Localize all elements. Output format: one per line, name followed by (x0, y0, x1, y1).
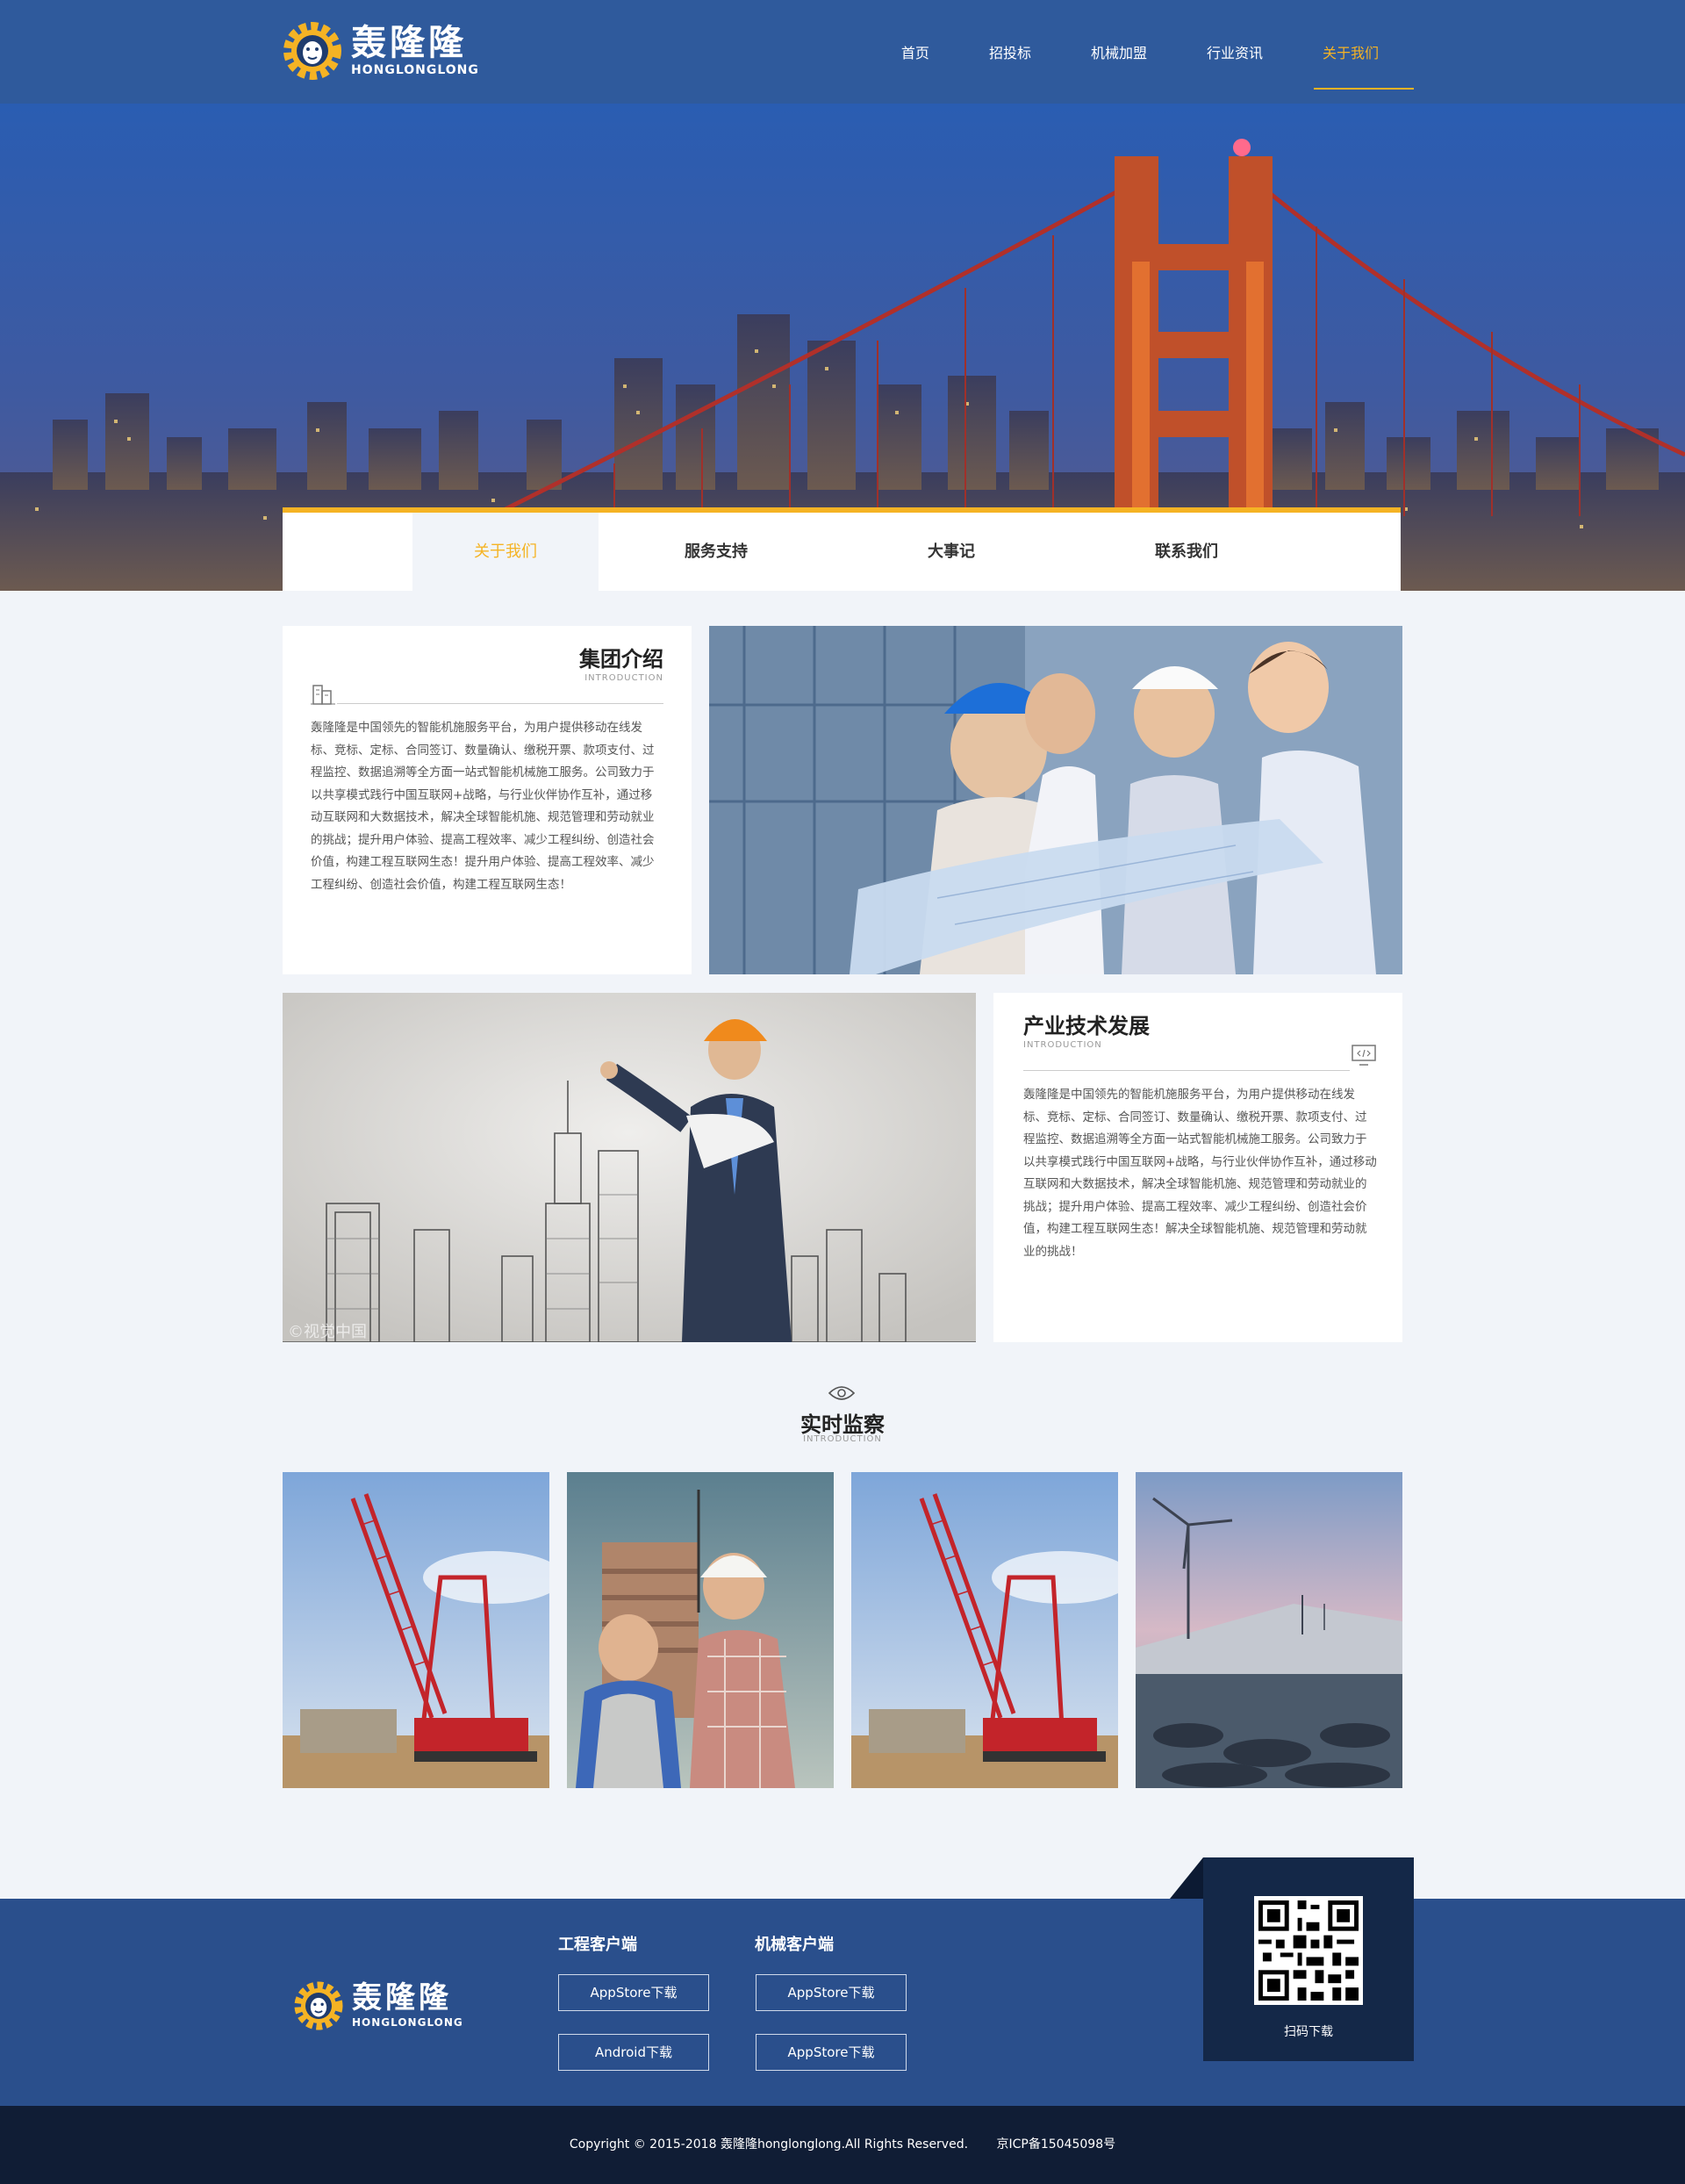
monitor-subtitle: INTRODUCTION (803, 1434, 882, 1444)
intro-card: 集团介绍 INTRODUCTION 轰隆隆是中国领先的智能机施服务平台，为用户提… (283, 626, 692, 974)
qr-download-box: 扫码下载 (1203, 1857, 1414, 2061)
nav-item-news[interactable]: 行业资讯 (1177, 0, 1293, 104)
eye-icon (828, 1386, 855, 1400)
tech-divider (1023, 1070, 1350, 1071)
copyright-text: Copyright © 2015-2018 轰隆隆honglonglong.Al… (569, 2137, 969, 2152)
lion-gear-logo-icon (283, 22, 341, 80)
gallery-image-wind-turbines[interactable] (1136, 1472, 1402, 1788)
subnav-tab-about[interactable]: 关于我们 (412, 513, 599, 591)
footer-logo-text: 轰隆隆 HONGLONGLONG (352, 1981, 463, 2030)
tech-title: 产业技术发展 (1023, 1014, 1150, 1038)
engineers-photo (709, 626, 1402, 974)
about-subnav: 关于我们 服务支持 大事记 联系我们 (283, 507, 1401, 591)
lion-gear-logo-icon (294, 1981, 343, 2030)
nav-item-franchise[interactable]: 机械加盟 (1061, 0, 1177, 104)
photo-watermark: ©视觉中国 (288, 1323, 367, 1341)
qr-code-icon[interactable] (1254, 1896, 1363, 2005)
code-monitor-icon (1352, 1045, 1376, 1066)
subnav-tab-contact[interactable]: 联系我们 (1069, 513, 1304, 591)
copyright-bar: Copyright © 2015-2018 轰隆隆honglonglong.Al… (0, 2106, 1685, 2184)
footer-logo[interactable]: 轰隆隆 HONGLONGLONG (292, 1979, 463, 2032)
qr-fold-corner (1170, 1857, 1203, 1899)
engineering-client-title: 工程客户端 (558, 1936, 637, 1954)
intro-subtitle: INTRODUCTION (584, 673, 663, 683)
logo-text: 轰隆隆 HONGLONGLONG (351, 24, 479, 78)
intro-text: 轰隆隆是中国领先的智能机施服务平台，为用户提供移动在线发标、竞标、定标、合同签订… (311, 721, 655, 892)
nav-item-about[interactable]: 关于我们 (1293, 0, 1415, 104)
machine-appstore-button-2[interactable]: AppStore下载 (756, 2034, 907, 2071)
gallery-image-workers[interactable] (567, 1472, 834, 1788)
site-logo[interactable]: 轰隆隆 HONGLONGLONG (281, 19, 479, 83)
footer-brand-name-en: HONGLONGLONG (352, 2016, 463, 2029)
icp-number[interactable]: 京ICP备15045098号 (997, 2137, 1116, 2152)
intro-title: 集团介绍 (579, 647, 663, 672)
engineering-appstore-button[interactable]: AppStore下载 (558, 1974, 709, 2011)
tech-text: 轰隆隆是中国领先的智能机施服务平台，为用户提供移动在线发标、竞标、定标、合同签订… (1023, 1088, 1377, 1259)
qr-label: 扫码下载 (1284, 2025, 1333, 2039)
main-nav: 首页 招投标 机械加盟 行业资讯 关于我们 (871, 0, 1415, 104)
monitor-title: 实时监察 (800, 1412, 885, 1437)
site-header: 轰隆隆 HONGLONGLONG 首页 招投标 机械加盟 行业资讯 关于我们 (0, 0, 1685, 104)
subnav-tab-milestones[interactable]: 大事记 (834, 513, 1069, 591)
brand-name-cn: 轰隆隆 (351, 23, 467, 63)
engineering-android-button[interactable]: Android下载 (558, 2034, 709, 2071)
subnav-tab-service[interactable]: 服务支持 (599, 513, 834, 591)
site-footer: 轰隆隆 HONGLONGLONG 工程客户端 AppStore下载 Androi… (0, 1899, 1685, 2106)
footer-brand-name-cn: 轰隆隆 (352, 1980, 452, 2015)
nav-item-bidding[interactable]: 招投标 (959, 0, 1061, 104)
machine-appstore-button[interactable]: AppStore下载 (756, 1974, 907, 2011)
machine-client-title: 机械客户端 (755, 1936, 834, 1954)
engineer-sketch-photo: ©视觉中国 (283, 993, 976, 1342)
gallery-image-crane-1[interactable] (283, 1472, 549, 1788)
building-icon (311, 685, 335, 705)
intro-divider (337, 703, 663, 704)
gallery-image-crane-2[interactable] (851, 1472, 1118, 1788)
brand-name-en: HONGLONGLONG (351, 63, 479, 77)
nav-item-home[interactable]: 首页 (871, 0, 959, 104)
tech-subtitle: INTRODUCTION (1023, 1040, 1102, 1050)
tech-card: 产业技术发展 INTRODUCTION 轰隆隆是中国领先的智能机施服务平台，为用… (993, 993, 1402, 1342)
